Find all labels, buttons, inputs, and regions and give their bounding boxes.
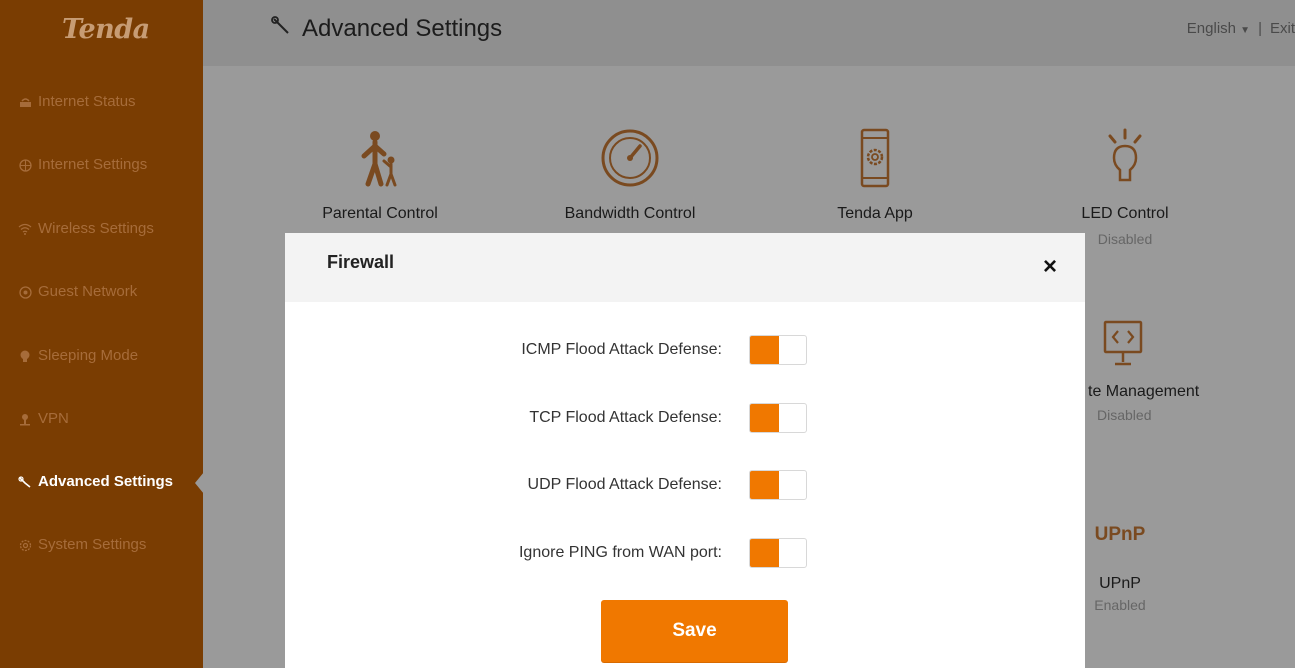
phone-app-icon — [810, 128, 940, 193]
toggle-on-indicator — [750, 539, 779, 567]
setting-label: Ignore PING from WAN port: — [518, 544, 722, 561]
header-actions: English ▼ | Exit — [1187, 20, 1295, 37]
guest-icon — [18, 285, 32, 299]
sidebar-item-label: Sleeping Mode — [38, 347, 139, 364]
tile-tenda-app[interactable]: Tenda App — [810, 128, 940, 223]
tile-remote-management[interactable]: te Management Disabled — [1060, 318, 1240, 423]
icmp-flood-toggle[interactable] — [749, 335, 807, 365]
tenda-logo: Tenda — [62, 14, 150, 45]
close-icon[interactable]: × — [1043, 255, 1057, 279]
active-indicator — [195, 472, 204, 494]
tile-status: Disabled — [1097, 407, 1152, 423]
tile-label: LED Control — [1081, 205, 1169, 222]
setting-row-udp: UDP Flood Attack Defense: — [285, 468, 1085, 502]
dialog-title: Firewall — [327, 252, 395, 272]
sidebar-item-internet-status[interactable]: Internet Status — [18, 90, 203, 114]
sidebar-item-wireless-settings[interactable]: Wireless Settings — [18, 217, 203, 241]
speedometer-icon — [545, 128, 715, 193]
save-button[interactable]: Save — [601, 600, 788, 662]
page-title-text: Advanced Settings — [302, 14, 503, 42]
sidebar-item-system-settings[interactable]: System Settings — [18, 533, 203, 557]
sidebar-item-guest-network[interactable]: Guest Network — [18, 280, 203, 304]
toggle-on-indicator — [750, 336, 779, 364]
sidebar-item-sleeping-mode[interactable]: Sleeping Mode — [18, 344, 203, 368]
sidebar-item-label: System Settings — [38, 536, 147, 553]
wifi-icon — [18, 223, 32, 235]
setting-label: ICMP Flood Attack Defense: — [521, 341, 722, 358]
parent-child-icon — [305, 128, 455, 193]
toggle-on-indicator — [750, 471, 779, 499]
sidebar-item-internet-settings[interactable]: Internet Settings — [18, 153, 203, 177]
sidebar-item-label: Wireless Settings — [38, 220, 154, 237]
setting-label: TCP Flood Attack Defense: — [529, 409, 722, 426]
tile-label: Bandwidth Control — [564, 205, 696, 222]
setting-label: UDP Flood Attack Defense: — [527, 476, 722, 493]
toggle-on-indicator — [750, 404, 779, 432]
tile-label: Tenda App — [837, 205, 913, 222]
sidebar-item-label: Internet Status — [38, 93, 136, 110]
gear-icon — [18, 539, 32, 552]
bulb-icon — [18, 350, 32, 363]
tile-led-control[interactable]: LED Control Disabled — [1055, 128, 1195, 247]
sidebar: Tenda Internet Status Internet Settings … — [0, 0, 204, 668]
router-icon — [18, 96, 32, 108]
language-selector[interactable]: English ▼ — [1187, 20, 1250, 37]
sidebar-item-label: Guest Network — [38, 283, 138, 300]
wrench-icon — [270, 14, 292, 43]
vpn-icon — [18, 413, 32, 426]
tile-label: Parental Control — [322, 205, 438, 222]
wrench-icon — [18, 475, 32, 489]
header-separator: | — [1258, 20, 1262, 37]
caret-down-icon: ▼ — [1240, 25, 1251, 36]
tile-label: te Management — [1088, 383, 1200, 400]
language-label: English — [1186, 20, 1236, 37]
tcp-flood-toggle[interactable] — [749, 403, 807, 433]
sidebar-item-label: Advanced Settings — [38, 473, 174, 490]
ignore-ping-toggle[interactable] — [749, 538, 807, 568]
dialog-header: Firewall × — [285, 233, 1085, 302]
exit-link[interactable]: Exit — [1270, 20, 1295, 37]
firewall-dialog: Firewall × ICMP Flood Attack Defense: TC… — [285, 233, 1085, 668]
setting-row-icmp: ICMP Flood Attack Defense: — [285, 333, 1085, 367]
sidebar-item-vpn[interactable]: VPN — [18, 407, 203, 431]
setting-row-tcp: TCP Flood Attack Defense: — [285, 401, 1085, 435]
tile-bandwidth-control[interactable]: Bandwidth Control — [545, 128, 715, 223]
sidebar-item-label: Internet Settings — [38, 156, 148, 173]
page-title: Advanced Settings — [270, 14, 502, 43]
sidebar-item-label: VPN — [38, 410, 69, 427]
tile-parental-control[interactable]: Parental Control — [305, 128, 455, 223]
udp-flood-toggle[interactable] — [749, 470, 807, 500]
lightbulb-icon — [1055, 128, 1195, 193]
setting-row-ping: Ignore PING from WAN port: — [285, 536, 1085, 570]
globe-icon — [18, 158, 32, 172]
sidebar-item-advanced-settings[interactable]: Advanced Settings — [18, 470, 203, 494]
